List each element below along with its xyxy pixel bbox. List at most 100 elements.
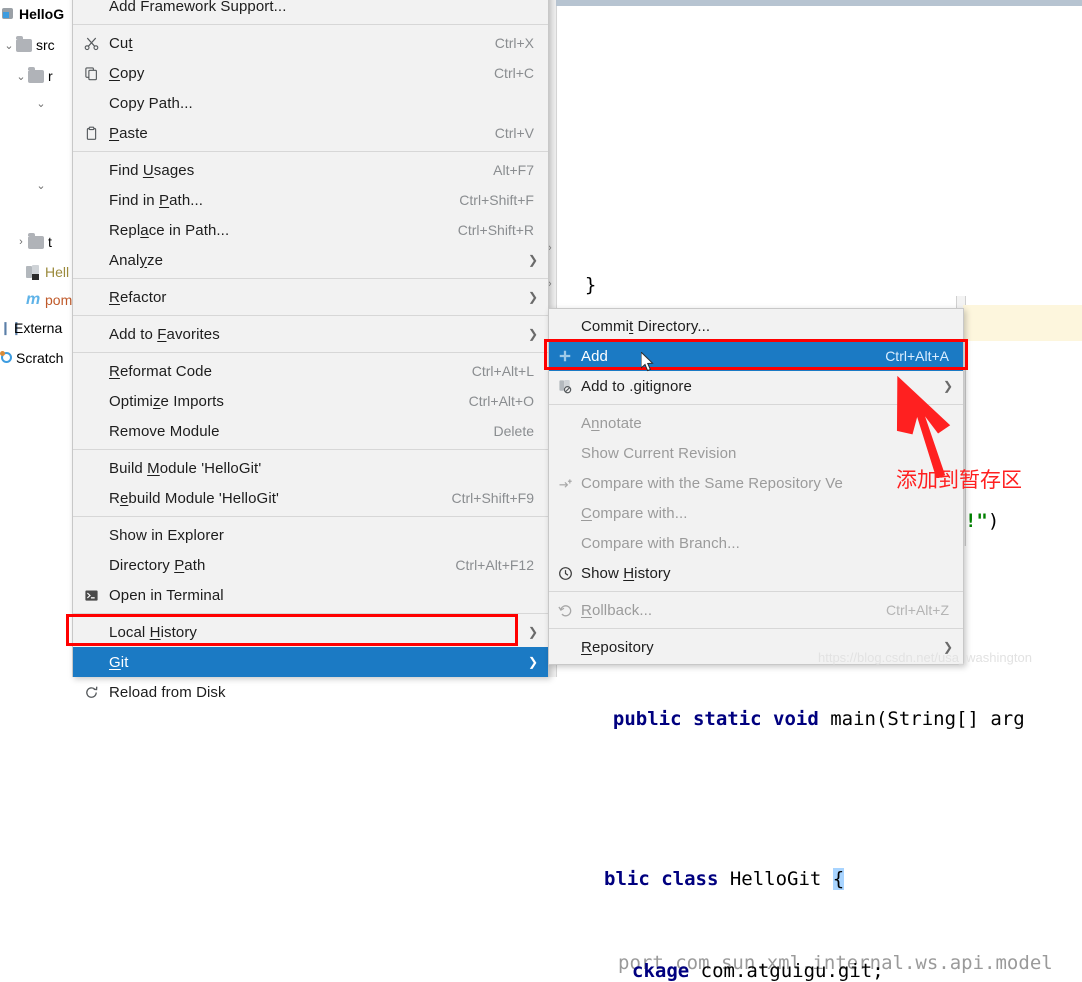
module-icon [2, 7, 15, 21]
menu-item-directory-path[interactable]: Directory Path Ctrl+Alt+F12 [73, 550, 548, 580]
menu-item-label: Reload from Disk [109, 683, 226, 701]
menu-item-rollback: Rollback... Ctrl+Alt+Z [549, 595, 963, 625]
rollback-icon [549, 603, 581, 618]
menu-item-optimize-imports[interactable]: Optimize Imports Ctrl+Alt+O [73, 386, 548, 416]
code-token: ) [987, 510, 1000, 532]
tree-item-label: Scratch [16, 350, 64, 366]
menu-item-reload-from-disk[interactable]: Reload from Disk [73, 677, 548, 707]
menu-item-refactor[interactable]: Refactor ❯ [73, 282, 548, 312]
tree-item-module[interactable]: HelloG [2, 2, 64, 26]
compare-icon [549, 476, 581, 491]
menu-item-compare-with: Compare with... [549, 498, 963, 528]
libraries-icon: ❙❙ [0, 320, 22, 335]
menu-item-remove-module[interactable]: Remove Module Delete [73, 416, 548, 446]
menu-item-label: Find Usages [109, 161, 195, 179]
menu-item-open-in-terminal[interactable]: Open in Terminal [73, 580, 548, 610]
chevron-right-icon[interactable]: › [14, 236, 28, 248]
maven-icon: m [26, 291, 41, 308]
annotation-box-git [66, 614, 518, 646]
code-token: ckage [632, 960, 690, 982]
tree-item-src[interactable]: ⌄ src [2, 33, 55, 57]
folder-icon [28, 66, 44, 83]
menu-item-build-module-hellogit[interactable]: Build Module 'HelloGit' [73, 453, 548, 483]
chevron-right-icon: ❯ [527, 253, 538, 267]
menu-item-compare-with-branch: Compare with Branch... [549, 528, 963, 558]
menu-item-shortcut: Alt+F7 [493, 162, 534, 178]
menu-item-label: Reformat Code [109, 362, 213, 380]
java-class-icon [26, 264, 41, 280]
code-line: ckage com.atguigu.git; port com.sun.xml.i… [604, 868, 1053, 982]
menu-separator [73, 315, 548, 316]
menu-item-add-to-favorites[interactable]: Add to Favorites ❯ [73, 319, 548, 349]
menu-item-paste[interactable]: Paste Ctrl+V [73, 118, 548, 148]
watermark-text: https://blog.csdn.net/usa_washington [818, 650, 1032, 665]
menu-item-shortcut: Ctrl+Alt+L [471, 363, 534, 379]
menu-item-analyze[interactable]: Analyze ❯ [73, 245, 548, 275]
menu-item-label: Open in Terminal [109, 586, 224, 604]
menu-item-copy-path[interactable]: Copy Path... [73, 88, 548, 118]
menu-item-label: Compare with Branch... [581, 534, 740, 552]
tree-item-scratches[interactable]: Scratch [0, 346, 63, 370]
chevron-right-icon: ❯ [527, 625, 538, 639]
tree-item-label: Externa [14, 320, 63, 336]
menu-item-label: Paste [109, 124, 148, 142]
menu-item-shortcut: Ctrl+Alt+O [468, 393, 534, 409]
menu-item-copy[interactable]: Copy Ctrl+C [73, 58, 548, 88]
annotation-arrow-icon [896, 375, 951, 478]
context-menu[interactable]: Add Framework Support... Cut Ctrl+X Copy Ctr… [72, 0, 549, 701]
menu-item-find-in-path[interactable]: Find in Path... Ctrl+Shift+F [73, 185, 548, 215]
code-line: ckage com.atguigu.git; port com.sun.xml.i… [618, 952, 1053, 982]
scratches-icon [0, 351, 14, 365]
menu-item-rebuild-module-hellogit[interactable]: Rebuild Module 'HelloGit' Ctrl+Shift+F9 [73, 483, 548, 513]
gitignore-icon [549, 379, 581, 394]
tree-item-test[interactable]: › t [14, 230, 52, 254]
annotation-box-add [544, 339, 968, 370]
code-token: } [562, 274, 597, 296]
menu-item-label: Refactor [109, 288, 167, 306]
tree-item-pom[interactable]: m pom [26, 288, 72, 312]
menu-item-reformat-code[interactable]: Reformat Code Ctrl+Alt+L [73, 356, 548, 386]
menu-item-label: Add to Favorites [109, 325, 220, 343]
annotation-note-text: 添加到暂存区 [896, 468, 1022, 492]
folder-icon [16, 35, 32, 52]
menu-item-replace-in-path[interactable]: Replace in Path... Ctrl+Shift+R [73, 215, 548, 245]
menu-item-shortcut: Ctrl+Alt+Z [885, 602, 949, 618]
menu-item-show-history[interactable]: Show History [549, 558, 963, 588]
chevron-right-icon: ❯ [527, 655, 538, 669]
menu-item-shortcut: Ctrl+Shift+F9 [451, 490, 534, 506]
editor-tab-strip[interactable] [556, 0, 1082, 6]
menu-item-label: Add Framework Support... [109, 0, 287, 15]
menu-item-shortcut: Ctrl+Alt+F12 [455, 557, 534, 573]
tree-item-java[interactable]: ⌄ [34, 91, 48, 115]
menu-item-add-framework-support[interactable]: Add Framework Support... [73, 0, 548, 21]
tree-item-external-libraries[interactable]: ❙❙ Externa [0, 316, 62, 340]
tree-item-hellogit-class[interactable]: Hell [26, 260, 69, 284]
menu-item-label: Cut [109, 34, 133, 52]
chevron-down-icon[interactable]: ⌄ [34, 97, 48, 110]
clipboard-icon [73, 126, 109, 141]
menu-item-show-in-explorer[interactable]: Show in Explorer [73, 520, 548, 550]
code-token: { [832, 868, 845, 890]
chevron-down-icon[interactable]: ⌄ [14, 70, 28, 83]
menu-item-label: Replace in Path... [109, 221, 230, 239]
tree-item-main[interactable]: ⌄ r [14, 64, 53, 88]
menu-item-label: Rebuild Module 'HelloGit' [109, 489, 279, 507]
menu-separator [549, 628, 963, 629]
menu-item-commit-directory[interactable]: Commit Directory... [549, 311, 963, 341]
menu-item-label: Git [109, 653, 129, 671]
menu-separator [73, 352, 548, 353]
menu-item-shortcut: Ctrl+Shift+F [459, 192, 534, 208]
tree-item-package[interactable]: ⌄ [34, 173, 48, 197]
folder-icon [28, 232, 44, 249]
menu-item-cut[interactable]: Cut Ctrl+X [73, 28, 548, 58]
menu-item-label: Copy [109, 64, 145, 82]
chevron-down-icon[interactable]: ⌄ [34, 179, 48, 192]
menu-item-git[interactable]: Git ❯ [73, 647, 548, 677]
tree-item-label: src [36, 37, 55, 53]
menu-separator [73, 151, 548, 152]
menu-item-shortcut: Ctrl+V [494, 125, 534, 141]
menu-item-find-usages[interactable]: Find Usages Alt+F7 [73, 155, 548, 185]
chevron-down-icon[interactable]: ⌄ [2, 39, 16, 52]
clock-icon [549, 566, 581, 581]
code-token: com.atguigu.git; [689, 960, 884, 982]
